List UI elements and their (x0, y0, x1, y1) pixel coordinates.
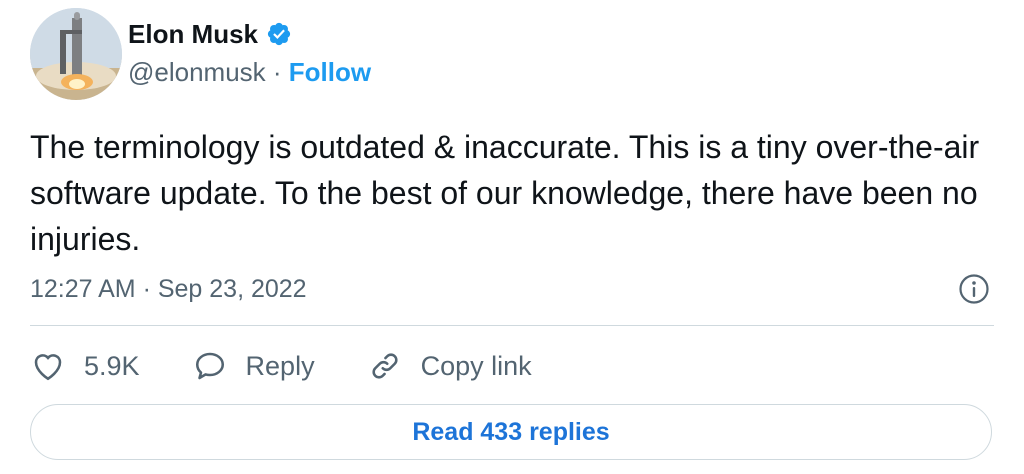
reply-label: Reply (245, 351, 315, 381)
speech-bubble-icon (195, 352, 224, 380)
like-count: 5.9K (84, 351, 140, 381)
read-replies-button[interactable]: Read 433 replies (30, 404, 992, 460)
display-name[interactable]: Elon Musk (128, 18, 258, 50)
action-bar: 5.9K Reply Copy link (30, 346, 584, 386)
reply-button[interactable]: Reply (192, 346, 315, 386)
heart-icon (34, 354, 62, 381)
like-button[interactable]: 5.9K (30, 346, 140, 386)
display-name-row: Elon Musk (128, 18, 292, 50)
divider (30, 325, 994, 326)
handle[interactable]: @elonmusk (128, 57, 266, 87)
avatar[interactable] (30, 8, 122, 100)
tweet-text: The terminology is outdated & inaccurate… (30, 129, 980, 257)
info-icon[interactable] (958, 273, 990, 305)
verified-badge-icon (266, 21, 292, 47)
handle-row: @elonmusk · Follow (128, 56, 371, 88)
read-replies-label: Read 433 replies (412, 417, 610, 446)
rocket-launch-avatar (30, 8, 122, 100)
copy-link-button[interactable]: Copy link (367, 346, 532, 386)
separator: · (265, 57, 289, 87)
copy-link-label: Copy link (420, 351, 532, 381)
follow-button[interactable]: Follow (289, 57, 371, 87)
link-icon (372, 353, 398, 379)
timestamp[interactable]: 12:27 AM · Sep 23, 2022 (30, 273, 307, 305)
